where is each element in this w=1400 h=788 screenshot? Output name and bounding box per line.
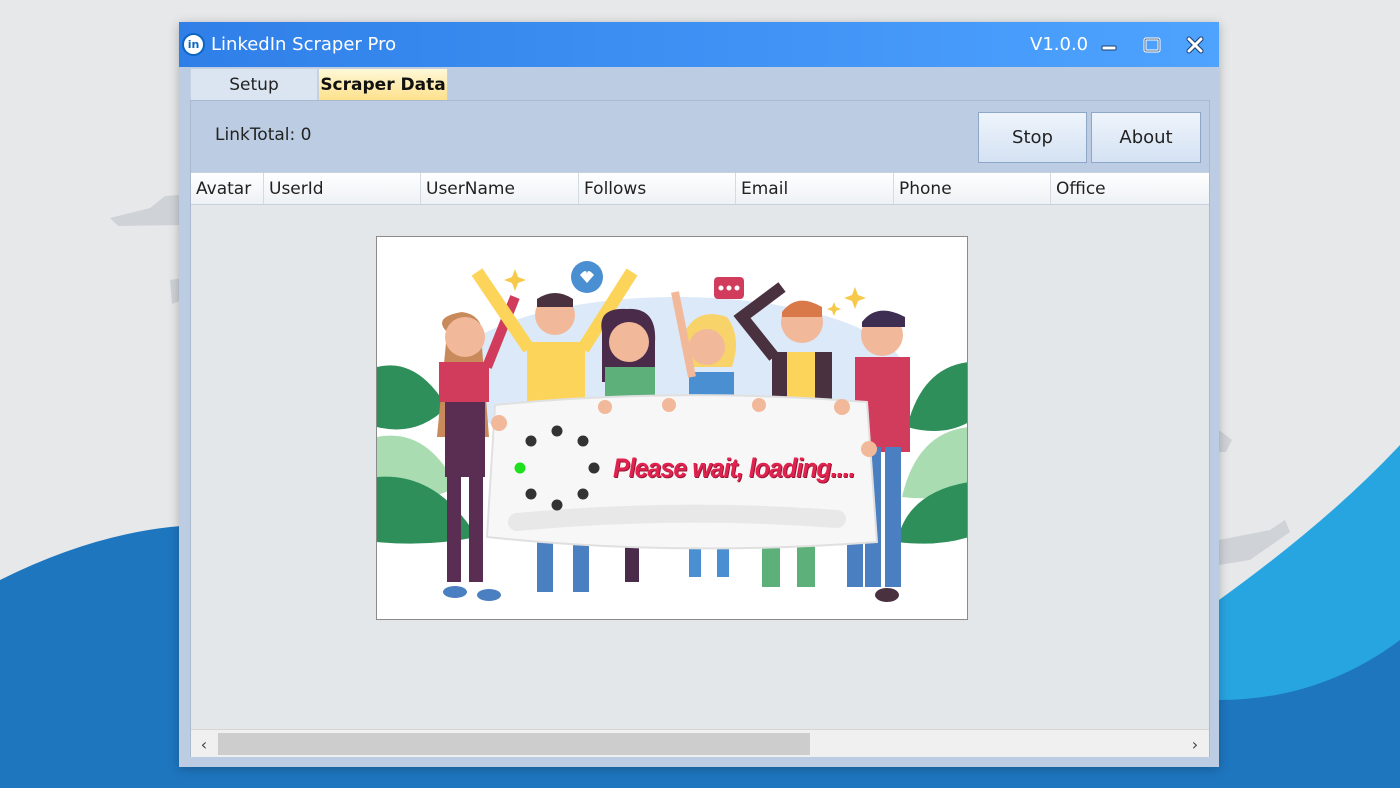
minimize-button[interactable] bbox=[1098, 34, 1120, 56]
column-header-email[interactable]: Email bbox=[736, 173, 894, 204]
stop-button[interactable]: Stop bbox=[978, 112, 1087, 163]
link-total-label: LinkTotal: 0 bbox=[215, 125, 312, 145]
loading-message: Please wait, loading.... bbox=[613, 453, 856, 483]
column-header-office[interactable]: Office bbox=[1051, 173, 1209, 204]
column-header-avatar[interactable]: Avatar bbox=[191, 173, 264, 204]
linkedin-icon: in bbox=[182, 33, 205, 56]
spinner-dot bbox=[551, 425, 563, 437]
about-button[interactable]: About bbox=[1091, 112, 1201, 163]
scroll-left-arrow-icon[interactable]: ‹ bbox=[194, 734, 214, 754]
column-header-username[interactable]: UserName bbox=[421, 173, 579, 204]
table-header: Avatar UserId UserName Follows Email Pho… bbox=[191, 172, 1209, 205]
scroll-right-arrow-icon[interactable]: › bbox=[1185, 734, 1205, 754]
app-icon-text: in bbox=[187, 38, 200, 51]
tab-scraper-data[interactable]: Scraper Data bbox=[318, 68, 448, 100]
scrollbar-thumb[interactable] bbox=[218, 733, 810, 755]
spinner-dot bbox=[525, 488, 537, 500]
table-body: Please wait, loading.... bbox=[191, 205, 1209, 729]
column-header-phone[interactable]: Phone bbox=[894, 173, 1051, 204]
close-button[interactable] bbox=[1184, 34, 1206, 56]
spinner-dot bbox=[577, 435, 589, 447]
column-header-userid[interactable]: UserId bbox=[264, 173, 421, 204]
spinner-dot-active bbox=[514, 462, 526, 474]
minimize-icon bbox=[1101, 45, 1117, 51]
loading-illustration: Please wait, loading.... bbox=[376, 236, 968, 620]
title-bar[interactable]: in LinkedIn Scraper Pro V1.0.0 bbox=[179, 22, 1219, 67]
people-celebrating-illustration bbox=[377, 261, 967, 602]
close-icon bbox=[1186, 36, 1204, 54]
horizontal-scrollbar[interactable]: ‹ › bbox=[191, 729, 1209, 757]
spinner-dot bbox=[588, 462, 600, 474]
version-label: V1.0.0 bbox=[1030, 34, 1089, 55]
tab-setup[interactable]: Setup bbox=[190, 68, 318, 100]
maximize-icon bbox=[1143, 37, 1161, 53]
app-window: in LinkedIn Scraper Pro V1.0.0 Setup Scr… bbox=[179, 22, 1219, 767]
column-header-follows[interactable]: Follows bbox=[579, 173, 736, 204]
scraper-data-panel: LinkTotal: 0 Stop About Avatar UserId Us… bbox=[190, 100, 1210, 757]
window-title: LinkedIn Scraper Pro bbox=[211, 34, 397, 55]
spinner-dot bbox=[551, 499, 563, 511]
maximize-button[interactable] bbox=[1141, 34, 1163, 56]
spinner-dot bbox=[577, 488, 589, 500]
spinner-dot bbox=[525, 435, 537, 447]
